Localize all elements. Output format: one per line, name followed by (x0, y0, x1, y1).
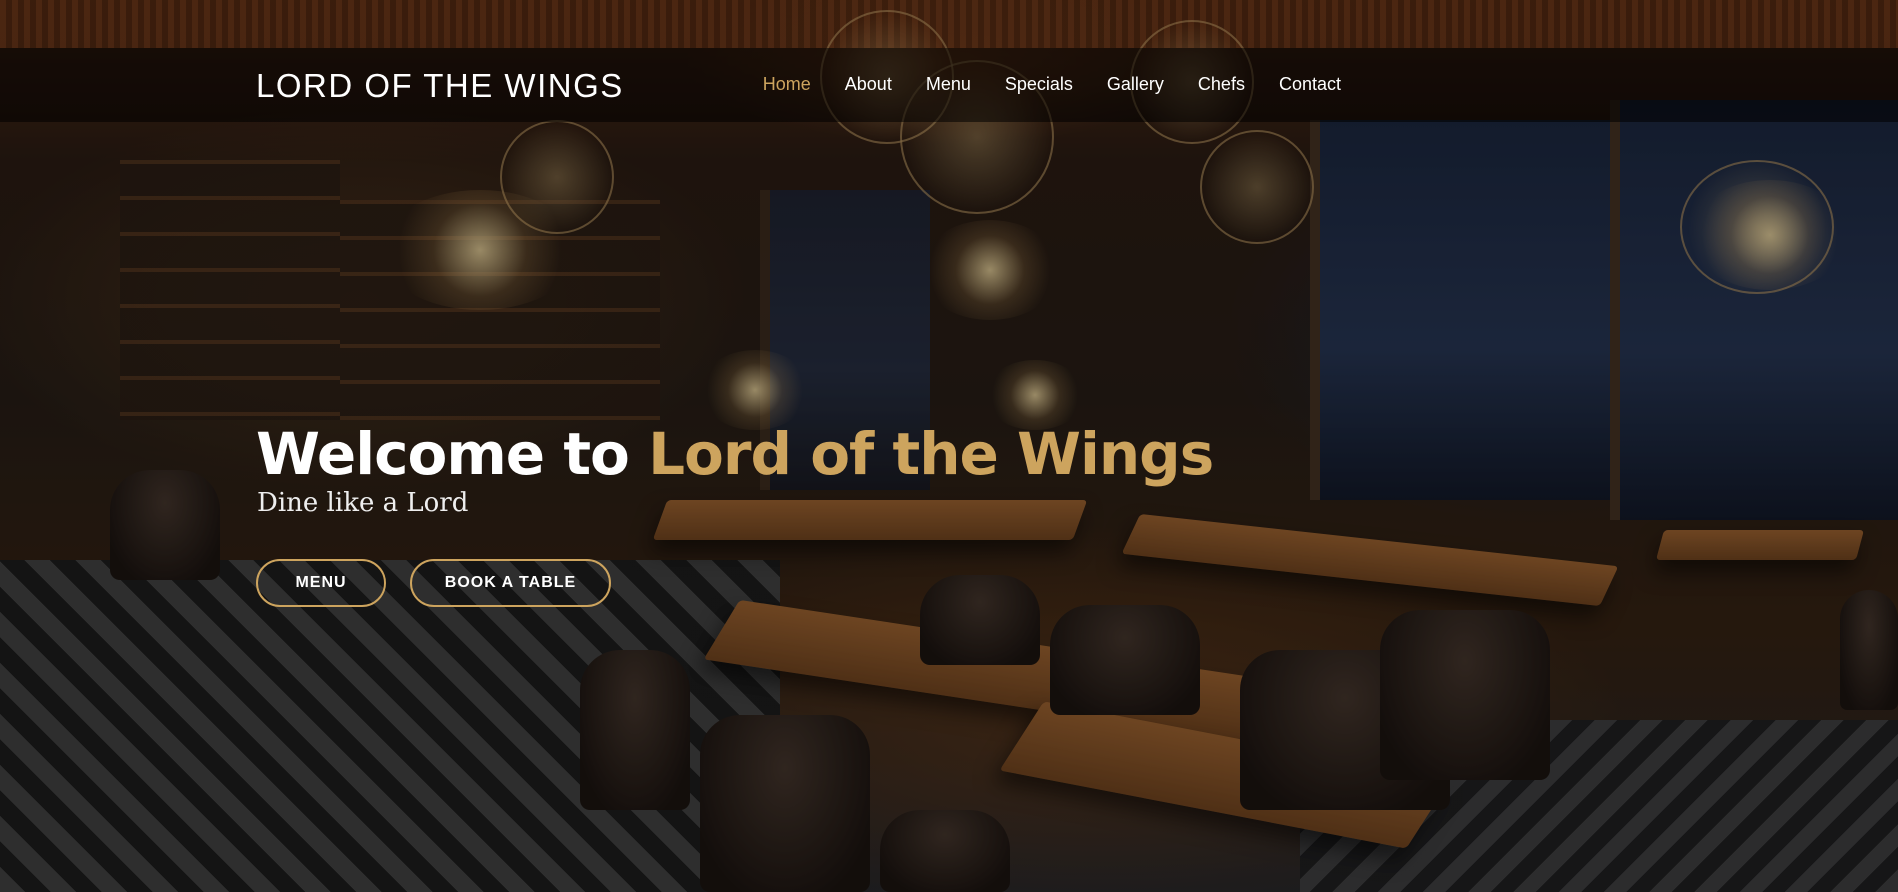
book-table-button[interactable]: BOOK A TABLE (410, 559, 611, 607)
site-logo[interactable]: LORD OF THE WINGS (256, 67, 624, 105)
nav-link-specials[interactable]: Specials (988, 74, 1090, 95)
nav-link-menu[interactable]: Menu (909, 74, 988, 95)
navbar: LORD OF THE WINGS Home About Menu Specia… (0, 48, 1898, 122)
nav-link-contact[interactable]: Contact (1262, 74, 1358, 95)
nav-link-gallery[interactable]: Gallery (1090, 74, 1181, 95)
nav-link-about[interactable]: About (828, 74, 909, 95)
nav-link-home[interactable]: Home (746, 74, 828, 95)
nav-link-chefs[interactable]: Chefs (1181, 74, 1262, 95)
headline-prefix: Welcome to (256, 420, 630, 488)
menu-button[interactable]: MENU (256, 559, 386, 607)
main-nav: Home About Menu Specials Gallery Chefs C… (746, 74, 1358, 95)
hero-section: LORD OF THE WINGS Home About Menu Specia… (0, 0, 1898, 892)
hero-subheadline: Dine like a Lord (257, 488, 469, 518)
headline-accent: Lord of the Wings (648, 420, 1214, 488)
hero-headline: Welcome to Lord of the Wings (256, 420, 1214, 488)
